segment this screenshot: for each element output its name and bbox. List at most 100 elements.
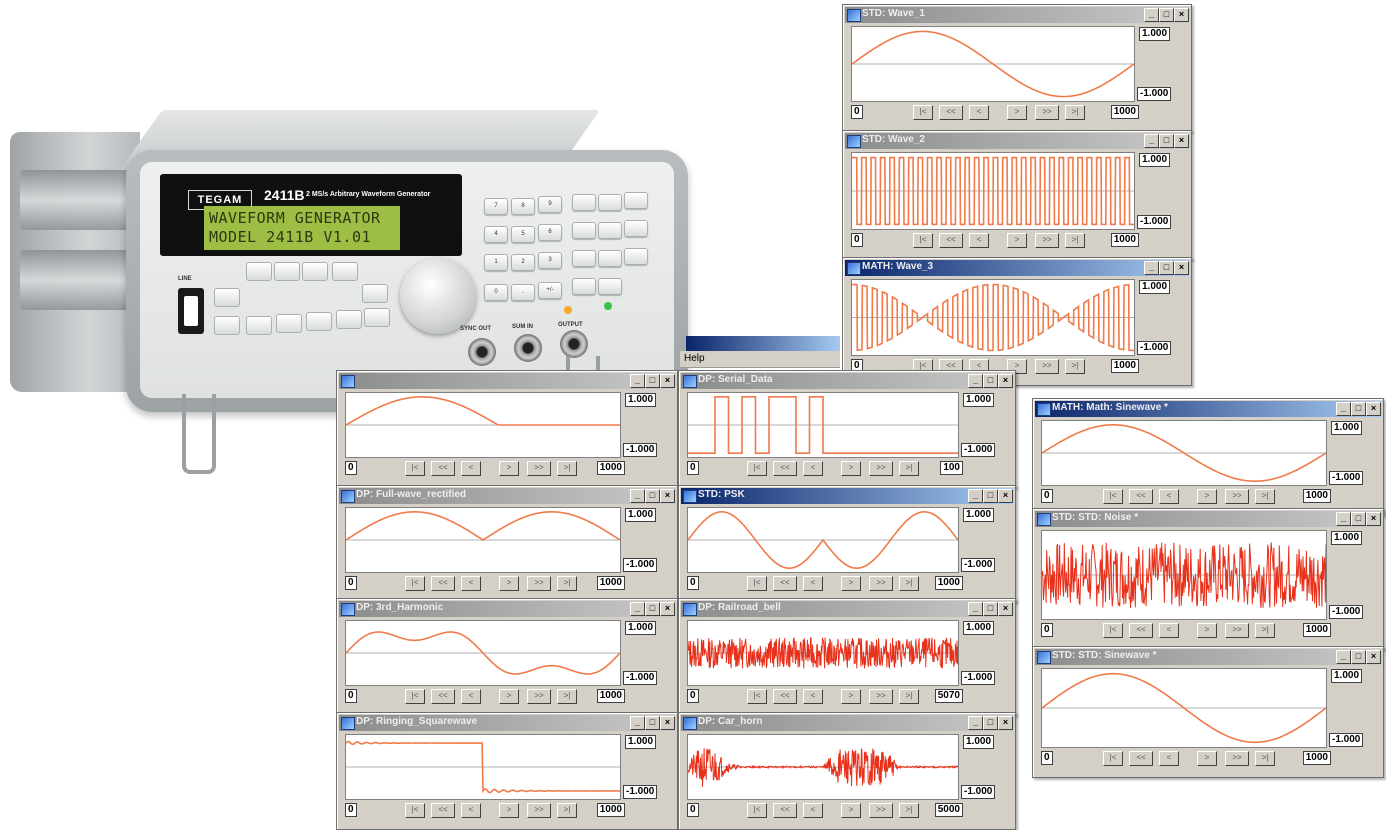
- menu-key[interactable]: [598, 222, 622, 239]
- close-icon[interactable]: ×: [660, 716, 675, 730]
- nav-prev-button[interactable]: <: [461, 461, 481, 476]
- close-icon[interactable]: ×: [1366, 402, 1381, 416]
- nav-forward-button[interactable]: >>: [1225, 489, 1249, 504]
- nav-last-button[interactable]: >|: [899, 803, 919, 818]
- window-titlebar[interactable]: DP: Ringing_Squarewave _ □ ×: [339, 715, 675, 731]
- window-titlebar[interactable]: STD: PSK _ □ ×: [681, 488, 1013, 504]
- nav-forward-button[interactable]: >>: [1225, 751, 1249, 766]
- waveform-window[interactable]: DP: Full-wave_rectified _ □ × 1.000 -1.000 0 |<…: [336, 485, 678, 603]
- keypad-key[interactable]: 5: [511, 226, 535, 243]
- maximize-icon[interactable]: □: [1159, 134, 1174, 148]
- nav-forward-button[interactable]: >>: [869, 689, 893, 704]
- waveform-window[interactable]: DP: Serial_Data _ □ × 1.000 -1.000 0 |< << < > >> >|…: [678, 370, 1016, 488]
- nav-forward-button[interactable]: >>: [527, 803, 551, 818]
- nav-forward-button[interactable]: >>: [1035, 233, 1059, 248]
- close-icon[interactable]: ×: [1174, 261, 1189, 275]
- close-icon[interactable]: ×: [1366, 512, 1381, 526]
- nav-prev-button[interactable]: <: [461, 576, 481, 591]
- nav-next-button[interactable]: >: [1197, 623, 1217, 638]
- nav-forward-button[interactable]: >>: [869, 576, 893, 591]
- maximize-icon[interactable]: □: [983, 489, 998, 503]
- waveform-window[interactable]: STD: STD: Noise * _ □ × 1.000 -1.000 0 |< << < > >>…: [1032, 508, 1384, 650]
- nav-last-button[interactable]: >|: [1065, 105, 1085, 120]
- keypad-key[interactable]: 8: [511, 198, 535, 215]
- nav-next-button[interactable]: >: [499, 689, 519, 704]
- nav-rewind-button[interactable]: <<: [939, 105, 963, 120]
- function-key[interactable]: [306, 312, 332, 331]
- nav-prev-button[interactable]: <: [1159, 623, 1179, 638]
- minimize-icon[interactable]: _: [630, 716, 645, 730]
- nav-last-button[interactable]: >|: [557, 803, 577, 818]
- nav-last-button[interactable]: >|: [1255, 623, 1275, 638]
- waveform-window[interactable]: STD: PSK _ □ × 1.000 -1.000 0 |< << < > >> >| 1000: [678, 485, 1016, 603]
- function-key[interactable]: [246, 316, 272, 335]
- menu-key[interactable]: [572, 194, 596, 211]
- maximize-icon[interactable]: □: [983, 602, 998, 616]
- waveform-plot[interactable]: [687, 507, 959, 573]
- nav-first-button[interactable]: |<: [405, 803, 425, 818]
- waveform-plot[interactable]: [1041, 420, 1327, 486]
- nav-first-button[interactable]: |<: [1103, 751, 1123, 766]
- waveform-plot[interactable]: [687, 620, 959, 686]
- nav-first-button[interactable]: |<: [747, 576, 767, 591]
- function-key[interactable]: [336, 310, 362, 329]
- nav-last-button[interactable]: >|: [899, 576, 919, 591]
- waveform-plot[interactable]: [345, 620, 621, 686]
- window-titlebar[interactable]: STD: Wave_1 _ □ ×: [845, 7, 1189, 23]
- waveform-plot[interactable]: [687, 734, 959, 800]
- keypad-key[interactable]: 2: [511, 254, 535, 271]
- function-key[interactable]: [364, 308, 390, 327]
- keypad-key[interactable]: +/-: [538, 282, 562, 299]
- nav-forward-button[interactable]: >>: [869, 803, 893, 818]
- keypad-key[interactable]: 7: [484, 198, 508, 215]
- nav-last-button[interactable]: >|: [1255, 489, 1275, 504]
- minimize-icon[interactable]: _: [630, 374, 645, 388]
- keypad-key[interactable]: .: [511, 284, 535, 301]
- nav-first-button[interactable]: |<: [747, 689, 767, 704]
- maximize-icon[interactable]: □: [645, 716, 660, 730]
- keypad-key[interactable]: 4: [484, 226, 508, 243]
- function-key[interactable]: [214, 288, 240, 307]
- nav-next-button[interactable]: >: [1197, 489, 1217, 504]
- output-connector[interactable]: [560, 330, 588, 358]
- nav-first-button[interactable]: |<: [405, 461, 425, 476]
- nav-first-button[interactable]: |<: [405, 576, 425, 591]
- nav-forward-button[interactable]: >>: [527, 689, 551, 704]
- menu-key[interactable]: [572, 250, 596, 267]
- nav-rewind-button[interactable]: <<: [939, 233, 963, 248]
- nav-prev-button[interactable]: <: [1159, 751, 1179, 766]
- nav-next-button[interactable]: >: [499, 803, 519, 818]
- waveform-plot[interactable]: [345, 392, 621, 458]
- nav-first-button[interactable]: |<: [747, 461, 767, 476]
- nav-next-button[interactable]: >: [1007, 233, 1027, 248]
- nav-next-button[interactable]: >: [1007, 105, 1027, 120]
- window-titlebar[interactable]: STD: Wave_2 _ □ ×: [845, 133, 1189, 149]
- close-icon[interactable]: ×: [1366, 650, 1381, 664]
- waveform-window[interactable]: _ □ × 1.000 -1.000 0 |< << < > >> >| 1000: [336, 370, 678, 488]
- window-titlebar[interactable]: STD: STD: Noise * _ □ ×: [1035, 511, 1381, 527]
- nav-rewind-button[interactable]: <<: [773, 803, 797, 818]
- nav-prev-button[interactable]: <: [1159, 489, 1179, 504]
- minimize-icon[interactable]: _: [1336, 650, 1351, 664]
- close-icon[interactable]: ×: [660, 374, 675, 388]
- maximize-icon[interactable]: □: [983, 374, 998, 388]
- close-icon[interactable]: ×: [998, 716, 1013, 730]
- waveform-plot[interactable]: [345, 507, 621, 573]
- minimize-icon[interactable]: _: [1144, 8, 1159, 22]
- nav-next-button[interactable]: >: [841, 803, 861, 818]
- minimize-icon[interactable]: _: [1336, 512, 1351, 526]
- softkey-5[interactable]: [362, 284, 388, 303]
- nav-next-button[interactable]: >: [841, 576, 861, 591]
- waveform-window[interactable]: DP: Car_horn _ □ × 1.000 -1.000 0 |< << < > >> >| 500…: [678, 712, 1016, 830]
- nav-rewind-button[interactable]: <<: [431, 461, 455, 476]
- nav-next-button[interactable]: >: [499, 576, 519, 591]
- keypad-key[interactable]: 6: [538, 224, 562, 241]
- menu-key[interactable]: [572, 222, 596, 239]
- softkey-1[interactable]: [246, 262, 272, 281]
- minimize-icon[interactable]: _: [968, 716, 983, 730]
- power-switch[interactable]: [178, 288, 204, 334]
- nav-rewind-button[interactable]: <<: [773, 576, 797, 591]
- waveform-plot[interactable]: [345, 734, 621, 800]
- sync-out-connector[interactable]: [468, 338, 496, 366]
- maximize-icon[interactable]: □: [1351, 650, 1366, 664]
